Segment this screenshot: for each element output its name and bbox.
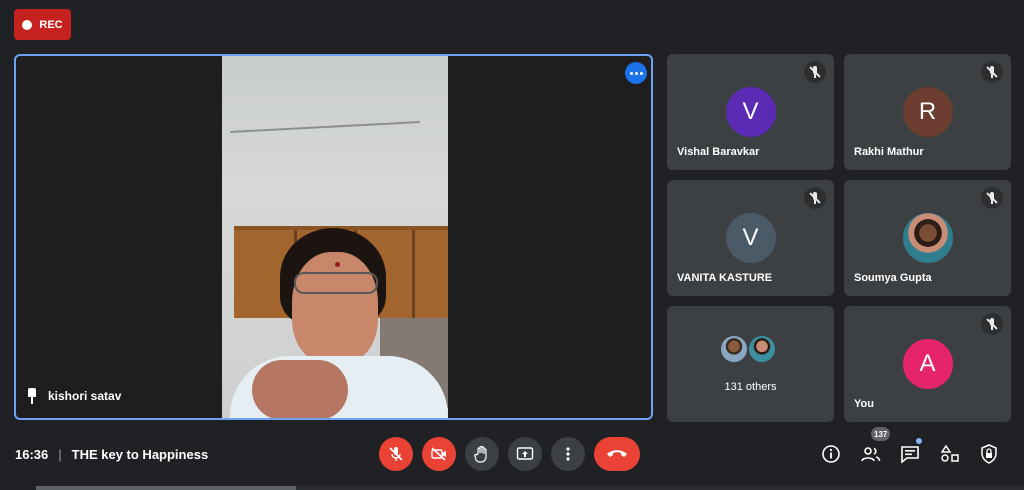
participant-tile[interactable]: V VANITA KASTURE [667, 180, 834, 296]
meeting-info-button[interactable] [819, 442, 843, 466]
more-options-button[interactable] [551, 437, 585, 471]
chat-button[interactable] [898, 442, 922, 466]
camera-toggle-button[interactable] [422, 437, 456, 471]
bottom-bar: 16:36 | THE key to Happiness 137 [0, 427, 1024, 480]
participant-name: You [854, 398, 874, 410]
presenter-name: kishori satav [48, 389, 122, 403]
avatar: R [902, 87, 953, 137]
present-screen-icon [516, 447, 534, 460]
people-icon [861, 447, 881, 462]
people-button[interactable] [859, 442, 883, 466]
mic-off-icon [981, 313, 1003, 335]
leave-call-button[interactable] [594, 437, 640, 471]
mic-off-icon [981, 61, 1003, 83]
more-vert-icon [566, 447, 570, 461]
avatar-photo [902, 213, 953, 263]
meeting-time: 16:36 [15, 447, 49, 462]
participants-count-badge: 137 [871, 427, 891, 441]
raise-hand-icon [474, 445, 487, 463]
avatar: V [725, 87, 776, 137]
participant-name: Rakhi Mathur [854, 146, 924, 158]
main-video-tile[interactable]: kishori satav [14, 54, 653, 420]
participant-name: Soumya Gupta [854, 272, 932, 284]
presenter-name-label: kishori satav [26, 388, 121, 404]
present-screen-button[interactable] [508, 437, 542, 471]
mic-off-icon [389, 447, 403, 461]
meeting-title: THE key to Happiness [71, 447, 209, 462]
separator: | [58, 447, 62, 462]
avatar: V [725, 213, 776, 263]
avatar-photo [747, 334, 777, 364]
activities-button[interactable] [938, 442, 962, 466]
scrollbar-thumb[interactable] [36, 486, 296, 490]
mic-off-icon [804, 61, 826, 83]
participant-name: Vishal Baravkar [677, 146, 760, 158]
info-icon [822, 445, 840, 463]
record-dot-icon [22, 19, 33, 30]
mic-off-icon [804, 187, 826, 209]
horizontal-scrollbar[interactable] [36, 486, 1024, 490]
raise-hand-button[interactable] [465, 437, 499, 471]
pin-icon[interactable] [26, 388, 38, 404]
host-controls-icon [981, 444, 997, 464]
others-tile[interactable]: 131 others [667, 306, 834, 422]
participant-tile[interactable]: Soumya Gupta [844, 180, 1011, 296]
recording-label: REC [39, 18, 63, 31]
activities-icon [940, 444, 959, 462]
participant-name: VANITA KASTURE [677, 272, 773, 284]
participant-tile[interactable]: R Rakhi Mathur [844, 54, 1011, 170]
others-avatars [719, 334, 777, 364]
chat-notification-dot [916, 438, 922, 444]
more-options-icon[interactable] [625, 62, 647, 84]
host-controls-button[interactable] [977, 442, 1001, 466]
mic-off-icon [981, 187, 1003, 209]
mic-toggle-button[interactable] [379, 437, 413, 471]
avatar: A [902, 339, 953, 389]
recording-badge: REC [14, 9, 71, 40]
meeting-details: 16:36 | THE key to Happiness [15, 447, 208, 462]
camera-off-icon [431, 447, 446, 461]
end-call-icon [607, 450, 627, 457]
participant-tile[interactable]: V Vishal Baravkar [667, 54, 834, 170]
avatar-photo [719, 334, 749, 364]
chat-icon [901, 446, 919, 464]
presenter-video [222, 56, 448, 418]
others-count-label: 131 others [724, 381, 777, 393]
self-tile[interactable]: A You [844, 306, 1011, 422]
